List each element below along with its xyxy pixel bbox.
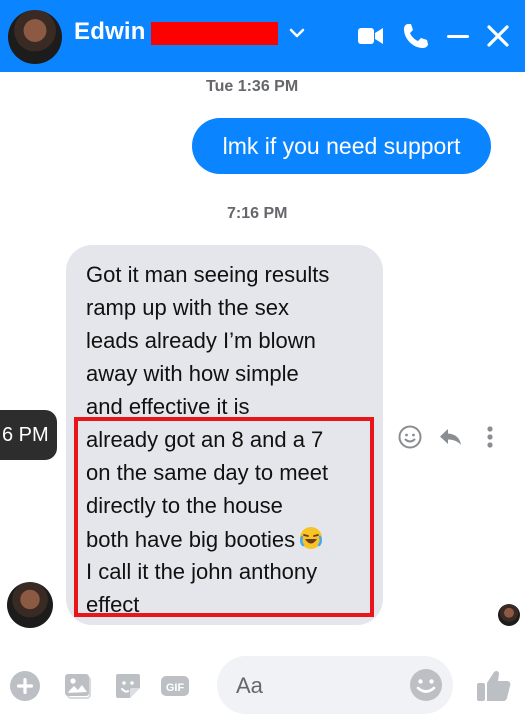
message-line: away with how simple xyxy=(86,361,299,386)
plus-icon[interactable] xyxy=(9,670,41,702)
phone-icon[interactable] xyxy=(401,21,431,51)
minimize-icon[interactable] xyxy=(443,21,473,51)
redaction-bar xyxy=(151,22,278,45)
highlight-box xyxy=(74,417,374,617)
chat-header: Edwin xyxy=(0,0,525,72)
emoji-icon[interactable] xyxy=(408,667,444,703)
message-line: Got it man seeing results xyxy=(86,262,330,287)
tooltip-text: 6 PM xyxy=(2,423,49,446)
video-call-icon[interactable] xyxy=(356,21,386,51)
more-options-icon[interactable] xyxy=(477,424,503,450)
contact-name[interactable]: Edwin xyxy=(74,18,146,46)
time-tooltip: 6 PM xyxy=(0,410,57,460)
thumbs-up-icon[interactable] xyxy=(474,666,514,706)
message-input-placeholder: Aa xyxy=(236,673,263,698)
react-smile-icon[interactable] xyxy=(397,424,423,450)
outgoing-message[interactable]: lmk if you need support xyxy=(192,118,491,174)
reply-icon[interactable] xyxy=(437,424,463,450)
message-line: ramp up with the sex xyxy=(86,295,289,320)
seen-avatar xyxy=(498,604,520,626)
timestamp: 7:16 PM xyxy=(227,205,288,222)
avatar[interactable] xyxy=(8,10,62,64)
sticker-icon[interactable] xyxy=(112,670,144,702)
photo-icon[interactable] xyxy=(62,670,94,702)
svg-text:GIF: GIF xyxy=(166,682,185,694)
chevron-down-icon[interactable] xyxy=(287,23,307,43)
gif-icon[interactable]: GIF xyxy=(159,670,191,702)
message-line: leads already I’m blown xyxy=(86,328,316,353)
close-icon[interactable] xyxy=(483,21,513,51)
timestamp: Tue 1:36 PM xyxy=(206,78,299,95)
avatar[interactable] xyxy=(7,582,53,628)
